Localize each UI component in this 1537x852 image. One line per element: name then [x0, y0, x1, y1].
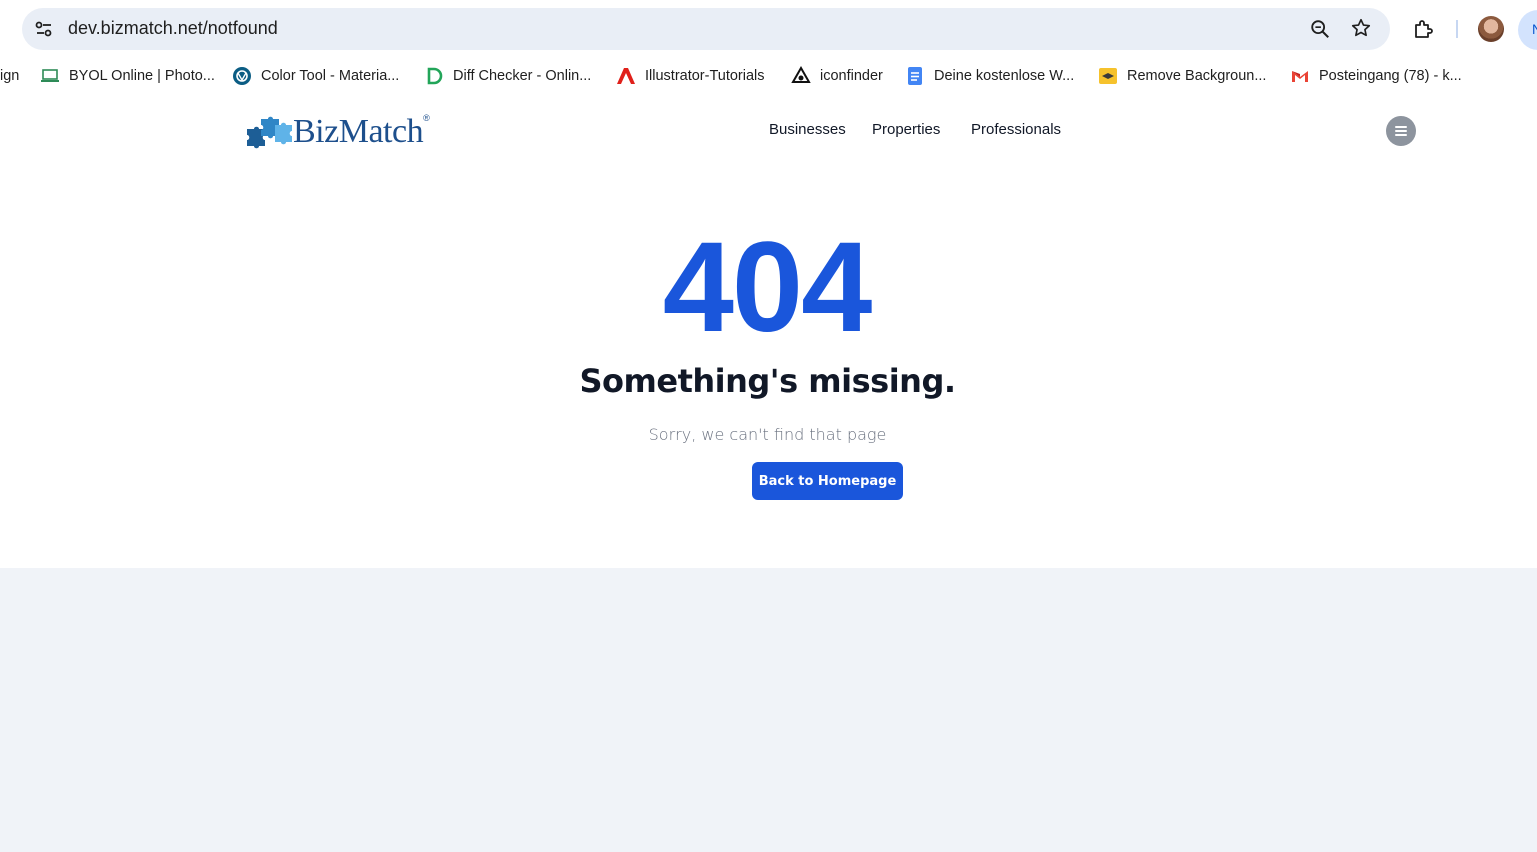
bookmark-item[interactable]: Diff Checker - Onlin...: [424, 65, 591, 87]
nav-professionals[interactable]: Professionals: [971, 121, 1061, 138]
error-message: Sorry, we can't find that page: [648, 425, 887, 444]
nav-properties[interactable]: Properties: [872, 121, 940, 138]
puzzle-logo-icon: [247, 116, 292, 149]
user-menu-button[interactable]: [1386, 116, 1416, 146]
logo-text: BizMatch: [293, 113, 424, 150]
footer-area: [0, 568, 1537, 852]
extensions-icon[interactable]: [1412, 17, 1436, 41]
zoom-icon[interactable]: [1309, 18, 1331, 40]
address-bar[interactable]: dev.bizmatch.net/notfound: [22, 8, 1390, 50]
bookmark-item[interactable]: Color Tool - Materia...: [232, 65, 399, 87]
bookmark-item[interactable]: iconfinder: [791, 65, 883, 87]
gmail-icon: [1292, 71, 1308, 82]
iconfinder-icon: [791, 66, 811, 83]
profile-avatar[interactable]: [1478, 16, 1504, 42]
bookmark-item[interactable]: Posteingang (78) - k...: [1290, 65, 1462, 87]
error-code: 404: [662, 216, 873, 359]
bookmark-star-icon[interactable]: [1350, 17, 1372, 39]
logo-registered-mark: ®: [423, 113, 430, 123]
profile-chip[interactable]: N: [1518, 10, 1537, 50]
bookmark-item[interactable]: Deine kostenlose W...: [905, 65, 1074, 87]
bookmark-item[interactable]: ign: [0, 65, 19, 87]
diffchecker-icon: [427, 67, 443, 85]
bookmarks-bar: ign BYOL Online | Photo... Color Tool - …: [0, 60, 1537, 92]
adobe-icon: [617, 68, 635, 84]
bookmark-item[interactable]: Illustrator-Tutorials: [616, 65, 765, 87]
bookmark-item[interactable]: BYOL Online | Photo...: [40, 65, 215, 87]
site-logo[interactable]: BizMatch ®: [245, 112, 430, 152]
toolbar-divider: [1456, 20, 1458, 38]
site-info-icon[interactable]: [32, 17, 56, 41]
docs-icon: [908, 67, 922, 85]
nav-businesses[interactable]: Businesses: [769, 121, 846, 138]
back-to-homepage-button[interactable]: Back to Homepage: [752, 462, 903, 500]
material-icon: [233, 67, 251, 85]
removebg-icon: [1099, 68, 1117, 84]
bookmark-item[interactable]: Remove Backgroun...: [1098, 65, 1266, 87]
url-text[interactable]: dev.bizmatch.net/notfound: [68, 18, 278, 39]
browser-toolbar: dev.bizmatch.net/notfound N: [0, 0, 1537, 58]
error-headline: Something's missing.: [579, 362, 956, 400]
laptop-icon: [41, 69, 59, 82]
